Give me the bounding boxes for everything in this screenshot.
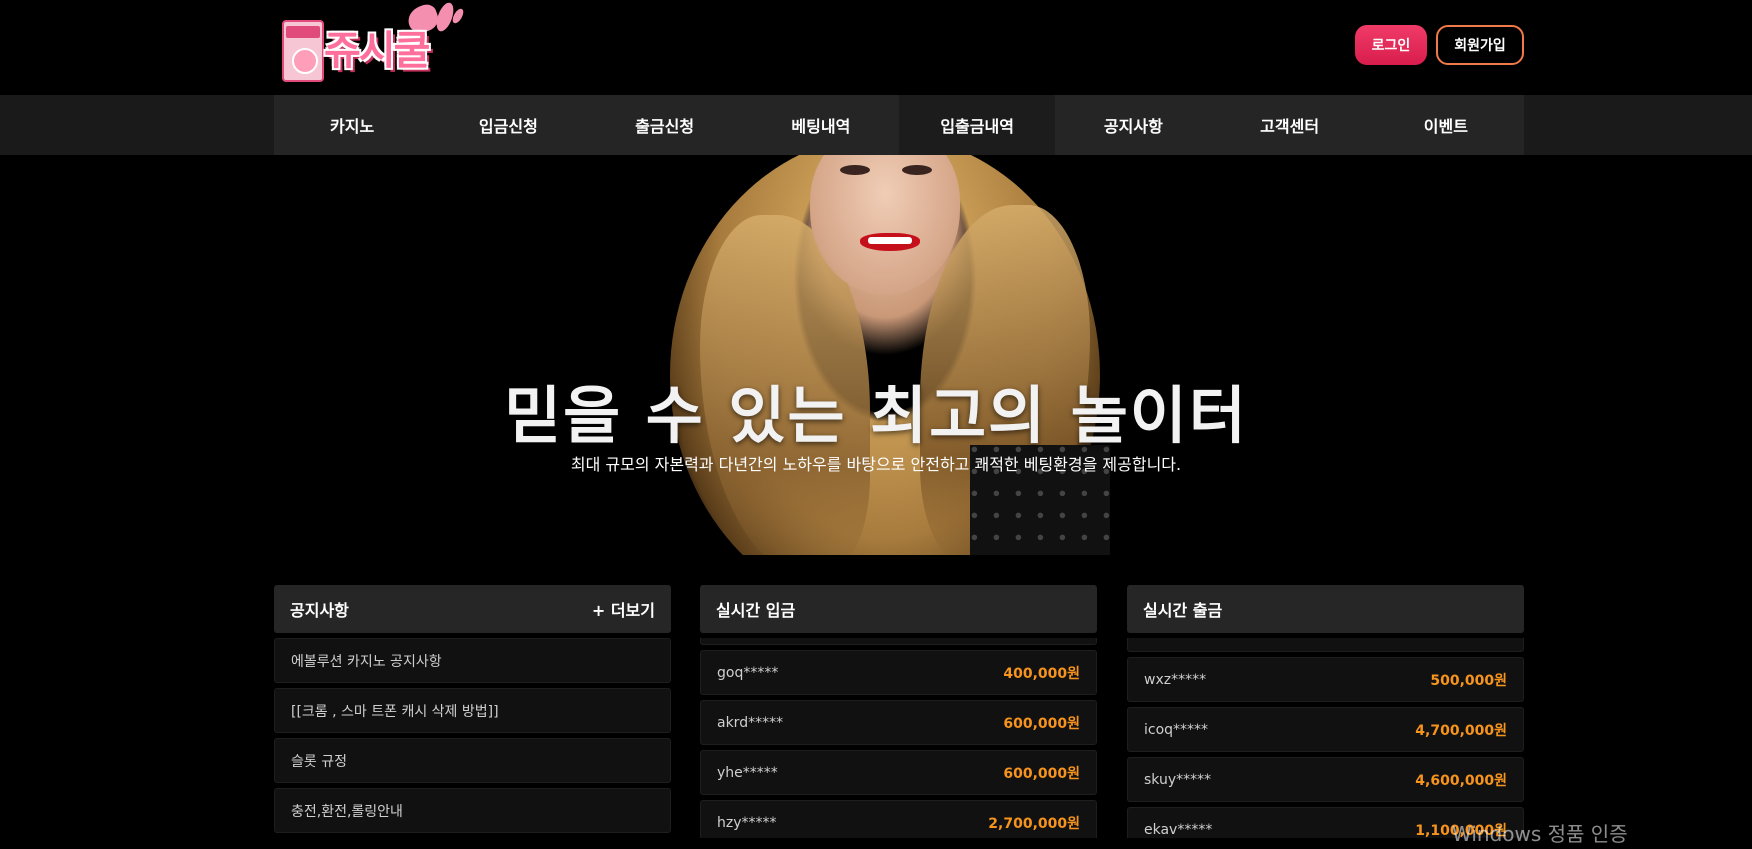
deposit-user: goq***** bbox=[717, 664, 779, 681]
site-logo[interactable]: 쥬시쿨 bbox=[278, 0, 474, 86]
nav-item-notice[interactable]: 공지사항 bbox=[1055, 95, 1211, 155]
deposit-panel-header: 실시간 입금 bbox=[700, 585, 1097, 633]
notice-list: 에볼루션 카지노 공지사항 [[크롬 , 스마 트폰 캐시 삭제 방법]] 슬롯… bbox=[274, 638, 671, 838]
deposit-user: hzy***** bbox=[717, 814, 777, 831]
withdrawal-amount: 500,000원 bbox=[1430, 672, 1507, 689]
notice-item[interactable]: [[크롬 , 스마 트폰 캐시 삭제 방법]] bbox=[274, 688, 671, 733]
withdrawal-title: 실시간 출금 bbox=[1143, 601, 1223, 620]
deposit-user: yhe***** bbox=[717, 764, 778, 781]
hero-brand-title: JUCYCUL bbox=[0, 250, 1752, 350]
nav-item-transaction-history[interactable]: 입출금내역 bbox=[899, 95, 1056, 155]
logo-text: 쥬시쿨 bbox=[324, 28, 430, 74]
hero-subline: 최대 규모의 자본력과 다년간의 노하우를 바탕으로 안전하고 쾌적한 베팅환경… bbox=[570, 455, 1182, 474]
deposit-row: akrd***** 600,000원 bbox=[700, 700, 1097, 745]
withdrawal-user: icoq***** bbox=[1144, 721, 1209, 738]
deposit-amount: 2,700,000원 bbox=[988, 815, 1080, 832]
hero-headline: 믿을 수 있는 최고의 놀이터 bbox=[504, 379, 1248, 452]
notice-item[interactable]: 슬롯 규정 bbox=[274, 738, 671, 783]
withdrawal-row: skuy***** 4,600,000원 bbox=[1127, 757, 1524, 802]
withdrawal-amount: 4,600,000원 bbox=[1415, 772, 1507, 789]
withdrawal-list: wxz***** 500,000원 icoq***** 4,700,000원 s… bbox=[1127, 638, 1524, 838]
deposit-user: akrd***** bbox=[717, 714, 784, 731]
nav-item-event[interactable]: 이벤트 bbox=[1368, 95, 1524, 155]
deposit-row: goq***** 400,000원 bbox=[700, 650, 1097, 695]
notice-item[interactable]: 에볼루션 카지노 공지사항 bbox=[274, 638, 671, 683]
deposit-amount: 600,000원 bbox=[1003, 765, 1080, 782]
signup-button[interactable]: 회원가입 bbox=[1436, 25, 1524, 65]
deposit-row-partial bbox=[700, 638, 1097, 645]
nav-item-bet-history[interactable]: 베팅내역 bbox=[743, 95, 899, 155]
nav-item-casino[interactable]: 카지노 bbox=[274, 95, 430, 155]
withdrawal-row: wxz***** 500,000원 bbox=[1127, 657, 1524, 702]
withdrawal-row-partial bbox=[1127, 638, 1524, 652]
withdrawal-user: ekav***** bbox=[1144, 821, 1213, 838]
deposit-title: 실시간 입금 bbox=[716, 601, 796, 620]
notice-panel-header: 공지사항 + 더보기 bbox=[274, 585, 671, 633]
notice-title: 공지사항 bbox=[290, 601, 349, 620]
milk-carton-icon bbox=[282, 20, 324, 82]
windows-activation-watermark: Windows 정품 인증 bbox=[1452, 822, 1628, 846]
deposit-row: yhe***** 600,000원 bbox=[700, 750, 1097, 795]
realtime-withdrawal-panel: 실시간 출금 wxz***** 500,000원 icoq***** 4,700… bbox=[1127, 585, 1524, 838]
withdrawal-row: icoq***** 4,700,000원 bbox=[1127, 707, 1524, 752]
withdrawal-amount: 4,700,000원 bbox=[1415, 722, 1507, 739]
notice-panel: 공지사항 + 더보기 에볼루션 카지노 공지사항 [[크롬 , 스마 트폰 캐시… bbox=[274, 585, 671, 838]
withdrawal-user: skuy***** bbox=[1144, 771, 1212, 788]
withdrawal-user: wxz***** bbox=[1144, 671, 1207, 688]
site-header: 쥬시쿨 로그인 회원가입 bbox=[0, 0, 1752, 95]
login-button[interactable]: 로그인 bbox=[1355, 25, 1427, 65]
deposit-list: goq***** 400,000원 akrd***** 600,000원 yhe… bbox=[700, 638, 1097, 838]
nav-item-withdraw[interactable]: 출금신청 bbox=[587, 95, 743, 155]
realtime-deposit-panel: 실시간 입금 goq***** 400,000원 akrd***** 600,0… bbox=[700, 585, 1097, 838]
nav-item-deposit[interactable]: 입금신청 bbox=[430, 95, 586, 155]
deposit-amount: 400,000원 bbox=[1003, 665, 1080, 682]
withdrawal-panel-header: 실시간 출금 bbox=[1127, 585, 1524, 633]
deposit-amount: 600,000원 bbox=[1003, 715, 1080, 732]
notice-more-link[interactable]: + 더보기 bbox=[592, 597, 655, 621]
nav-bar: 카지노 입금신청 출금신청 베팅내역 입출금내역 공지사항 고객센터 이벤트 bbox=[274, 95, 1524, 155]
main-nav: 카지노 입금신청 출금신청 베팅내역 입출금내역 공지사항 고객센터 이벤트 bbox=[0, 95, 1752, 155]
nav-item-support[interactable]: 고객센터 bbox=[1212, 95, 1368, 155]
notice-item[interactable]: 충전,환전,롤링안내 bbox=[274, 788, 671, 833]
hero-banner: JUCYCUL 믿을 수 있는 최고의 놀이터 최대 규모의 자본력과 다년간의… bbox=[0, 155, 1752, 555]
deposit-row: hzy***** 2,700,000원 bbox=[700, 800, 1097, 838]
